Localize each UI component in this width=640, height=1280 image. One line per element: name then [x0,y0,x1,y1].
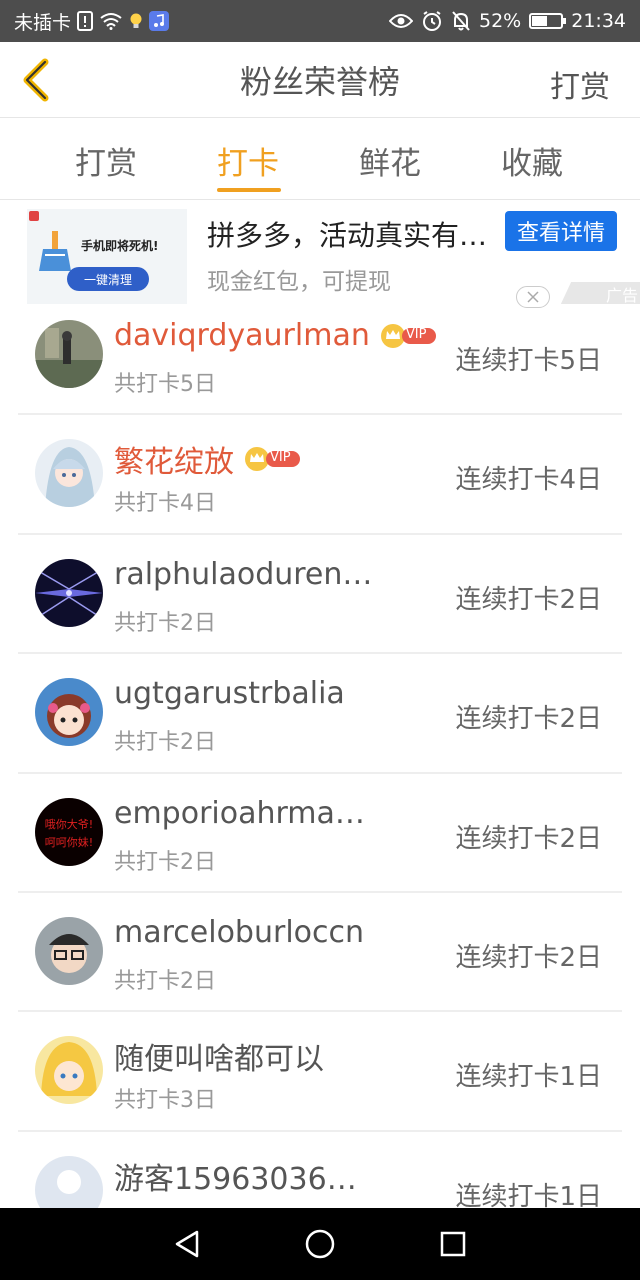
user-name[interactable]: ralphulaoduren… [114,557,372,592]
total-checkins: 共打卡3日 [114,1088,216,1114]
tab-bar: 打赏 打卡 鲜花 收藏 [0,118,640,200]
nav-home-button[interactable] [290,1214,350,1274]
ad-image[interactable]: 手机即将死机! 一键清理 [27,209,187,304]
avatar[interactable]: 哦你大爷! 呵呵你妹! [35,797,103,866]
name-line: ugtgarustrbalia [114,676,345,711]
list-item[interactable]: 游客15963036…共打卡3日连续打卡1日 [18,1132,622,1208]
streak-checkins: 连续打卡2日 [455,823,602,854]
avatar[interactable] [35,916,103,985]
tab-favorites[interactable]: 收藏 [501,138,563,183]
streak-checkins: 连续打卡1日 [455,1181,602,1208]
user-name[interactable]: marceloburloccn [114,915,364,950]
streak-checkins: 连续打卡4日 [455,465,602,496]
clock: 21:34 [571,10,626,32]
ad-logo [29,211,39,221]
list-item[interactable]: 哦你大爷! 呵呵你妹! emporioahrma… 共打卡2日 连续打卡2日 [18,774,622,893]
svg-text:呵呵你妹!: 呵呵你妹! [45,836,93,849]
user-name[interactable]: daviqrdyaurlman [114,318,370,353]
avatar[interactable] [35,1155,103,1208]
sim-alert-icon [77,11,94,31]
list-item[interactable]: marceloburloccn 共打卡2日 连续打卡2日 [18,893,622,1013]
total-checkins: 共打卡4日 [114,491,216,517]
title-bar: 粉丝荣誉榜 打赏 [0,42,640,118]
status-bar: 未插卡 52% 21:34 [0,0,640,42]
svg-text:哦你大爷!: 哦你大爷! [45,817,93,831]
total-checkins: 共打卡5日 [114,372,216,397]
nav-recents-button[interactable] [423,1214,483,1274]
battery-percent: 52% [479,10,522,32]
chevron-left-icon [23,58,49,102]
total-checkins: 共打卡2日 [114,968,216,994]
name-line: 随便叫啥都可以 [114,1034,324,1078]
user-name[interactable]: emporioahrma… [114,796,365,831]
ad-banner[interactable]: 手机即将死机! 一键清理 拼多多，活动真实有效， 查看详情 现金红包，可提现 广… [0,200,640,310]
ad-subtitle: 现金红包，可提现 [207,269,391,295]
page-title: 粉丝荣誉榜 [239,62,400,101]
vip-badge: VIP [244,446,302,472]
triangle-back-icon [175,1230,198,1258]
streak-checkins: 连续打卡5日 [455,346,602,376]
name-line: 游客15963036… [114,1154,357,1198]
name-line: daviqrdyaurlman VIP [114,318,438,353]
streak-checkins: 连续打卡2日 [455,942,602,973]
streak-checkins: 连续打卡2日 [455,584,602,615]
eye-icon [389,13,413,29]
total-checkins: 共打卡2日 [114,849,216,875]
circle-home-icon [305,1229,335,1259]
name-line: ralphulaoduren… [114,557,372,592]
user-name[interactable]: ugtgarustrbalia [114,676,345,711]
total-checkins: 共打卡2日 [114,610,216,636]
vip-badge: VIP [380,323,438,349]
total-checkins: 共打卡2日 [114,730,216,756]
alarm-icon [421,10,443,32]
name-line: marceloburloccn [114,915,364,950]
broom-icon [39,231,71,271]
list-item[interactable]: ralphulaoduren… 共打卡2日 连续打卡2日 [18,535,622,655]
name-line: 繁花绽放 VIP [114,437,302,481]
back-button[interactable] [14,56,58,104]
tab-flowers[interactable]: 鲜花 [359,138,421,183]
user-name[interactable]: 繁花绽放 [114,437,234,481]
avatar[interactable] [35,1036,103,1105]
list-item[interactable]: ugtgarustrbalia 共打卡2日 连续打卡2日 [18,654,622,774]
tab-checkin[interactable]: 打卡 [217,138,279,183]
name-line: emporioahrma… [114,796,365,831]
list-item[interactable]: 繁花绽放 VIP 共打卡4日 连续打卡4日 [18,415,622,535]
carrier-label: 未插卡 [14,11,72,34]
list-item[interactable]: daviqrdyaurlman VIP 共打卡5日 连续打卡5日 [18,296,622,416]
tab-reward[interactable]: 打赏 [75,138,137,183]
ad-title[interactable]: 拼多多，活动真实有效， [207,214,507,254]
wifi-icon [99,12,123,30]
streak-checkins: 连续打卡2日 [455,704,602,735]
list-item[interactable]: 随便叫啥都可以共打卡3日 连续打卡1日 [18,1012,622,1132]
streak-checkins: 连续打卡1日 [455,1062,602,1093]
nav-back-button[interactable] [157,1214,217,1274]
avatar[interactable] [35,678,103,747]
ad-image-cta[interactable]: 一键清理 [67,267,149,291]
user-name[interactable]: 游客15963036… [114,1154,357,1198]
square-recents-icon [441,1231,466,1257]
user-name[interactable]: 随便叫啥都可以 [114,1034,324,1078]
vip-label: VIP [405,326,427,342]
avatar[interactable] [35,558,103,627]
ad-image-headline: 手机即将死机! [81,239,159,253]
bell-off-icon [451,10,471,32]
battery-icon [529,13,567,29]
active-tab-indicator [217,188,281,192]
bulb-icon [129,12,143,30]
ad-detail-button[interactable]: 查看详情 [505,211,617,251]
checkin-ranking-list: daviqrdyaurlman VIP 共打卡5日 连续打卡5日繁花绽放 VIP 共打卡4… [18,296,622,1208]
avatar[interactable] [35,320,103,388]
vip-label: VIP [270,450,291,466]
avatar[interactable] [35,439,103,508]
system-nav-bar [0,1208,640,1280]
music-app-icon [149,11,170,31]
reward-button[interactable]: 打赏 [550,62,610,106]
